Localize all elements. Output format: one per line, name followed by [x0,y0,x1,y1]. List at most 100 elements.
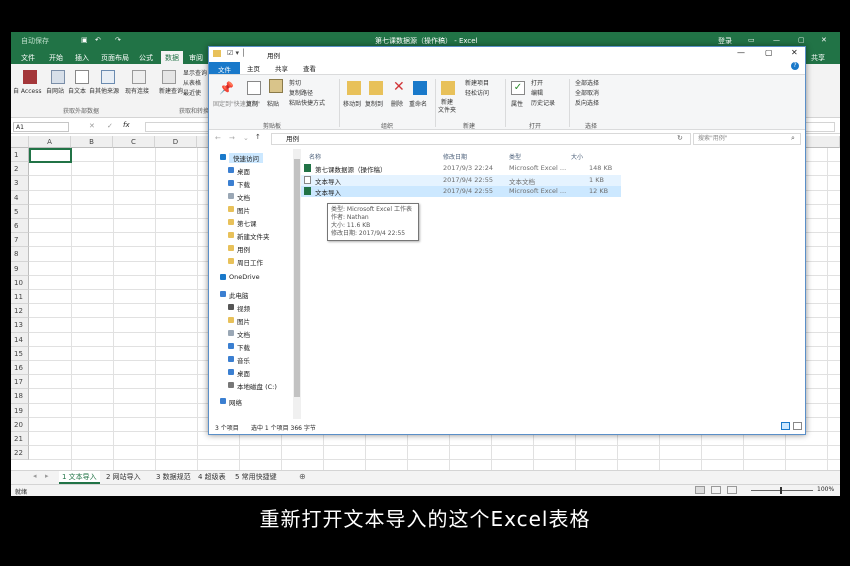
page-layout-view-icon[interactable] [711,486,721,494]
page-break-view-icon[interactable] [727,486,737,494]
from-other-sources-button[interactable]: 自其他来源 [89,86,119,95]
sheet-tab-2[interactable]: 2 网站导入 [103,471,144,484]
row-header[interactable]: 7 [11,233,29,248]
search-input[interactable]: 搜索"用例" [693,133,801,145]
tab-view[interactable]: 查看 [303,63,316,73]
easy-access-button[interactable]: 轻松访问 [465,88,489,97]
row-header[interactable]: 1 [11,148,29,163]
show-queries-button[interactable]: 显示查询 [183,68,207,77]
web-icon[interactable] [51,70,65,84]
tab-data[interactable]: 数据 [161,51,183,64]
copy-to-icon[interactable] [369,81,383,95]
zoom-slider-thumb[interactable] [780,487,782,494]
share-button[interactable]: 共享 [811,53,825,63]
sheet-tab-3[interactable]: 3 数据规范 [153,471,194,484]
select-all-corner[interactable] [11,136,29,148]
nav-pc-item[interactable]: 音乐 [237,355,250,365]
column-header[interactable]: B [71,136,113,148]
row-header[interactable]: 3 [11,176,29,191]
pin-icon[interactable]: 📌 [219,81,234,95]
from-text-button[interactable]: 自文本 [68,86,86,95]
col-header-name[interactable]: 名称 [309,152,321,161]
nav-item[interactable]: 桌面 [237,166,250,176]
row-header[interactable]: 8 [11,247,29,262]
tab-insert[interactable]: 插入 [75,53,89,63]
nav-item[interactable]: 下载 [237,179,250,189]
paste-shortcut-button[interactable]: 粘贴快捷方式 [289,98,325,107]
row-header[interactable]: 10 [11,275,29,290]
move-to-icon[interactable] [347,81,361,95]
recent-sources-button[interactable]: 最近使 [183,88,201,97]
nav-pc-item[interactable]: 文档 [237,329,250,339]
paste-button[interactable]: 粘贴 [267,99,279,108]
new-item-button[interactable]: 新建项目 [465,78,489,87]
nav-pc-item[interactable]: 桌面 [237,368,250,378]
column-header[interactable]: A [29,136,71,148]
minimize-icon[interactable]: — [737,48,745,57]
sheet-tab-4[interactable]: 4 超级表 [195,471,229,484]
existing-connections-icon[interactable] [132,70,146,84]
col-header-type[interactable]: 类型 [509,152,521,161]
nav-scrollbar[interactable] [293,149,301,419]
help-icon[interactable]: ? [791,62,799,70]
tab-formulas[interactable]: 公式 [139,53,153,63]
address-input[interactable]: 用例 [271,133,691,145]
active-cell[interactable] [29,148,72,163]
edit-button[interactable]: 编辑 [531,88,543,97]
back-icon[interactable]: ← [215,134,221,142]
copy-button[interactable]: 复制 [246,99,258,108]
nav-item[interactable]: 周日工作 [237,257,263,267]
row-header[interactable]: 15 [11,346,29,361]
recent-locations-icon[interactable]: ⌄ [243,134,249,142]
new-query-button[interactable]: 新建查询 [159,86,183,95]
tab-home[interactable]: 开始 [49,53,63,63]
from-web-button[interactable]: 自网站 [46,86,64,95]
copy-to-button[interactable]: 复制到 [365,99,383,108]
cut-button[interactable]: 剪切 [289,78,301,87]
sheet-scroll-left-icon[interactable]: ◂ [33,472,37,480]
add-sheet-icon[interactable]: ⊕ [299,472,306,481]
open-button[interactable]: 打开 [531,78,543,87]
nav-quick-access[interactable]: 快速访问 [229,153,263,163]
row-header[interactable]: 13 [11,318,29,333]
tab-file[interactable]: 文件 [21,53,35,63]
row-header[interactable]: 11 [11,290,29,305]
row-header[interactable]: 19 [11,403,29,418]
nav-pc-item[interactable]: 本地磁盘 (C:) [237,381,277,391]
nav-onedrive[interactable]: OneDrive [229,273,260,281]
close-icon[interactable]: ✕ [821,36,827,44]
row-header[interactable]: 18 [11,389,29,404]
row-header[interactable]: 9 [11,261,29,276]
refresh-icon[interactable]: ↻ [677,134,683,142]
nav-item[interactable]: 新建文件夹 [237,231,270,241]
from-access-button[interactable]: 自 Access [13,86,41,95]
row-header[interactable]: 14 [11,332,29,347]
rename-button[interactable]: 重命名 [409,99,427,108]
nav-item[interactable]: 图片 [237,205,250,215]
row-header[interactable]: 5 [11,204,29,219]
from-table-button[interactable]: 从表格 [183,78,201,87]
sheet-tab-1[interactable]: 1 文本导入 [59,471,100,484]
new-query-icon[interactable] [162,70,176,84]
col-header-date[interactable]: 修改日期 [443,152,467,161]
forward-icon[interactable]: → [229,134,235,142]
row-header[interactable]: 6 [11,219,29,234]
column-header[interactable]: D [155,136,197,148]
delete-button[interactable]: 删除 [391,99,403,108]
row-header[interactable]: 22 [11,446,29,461]
nav-scrollbar-thumb[interactable] [294,159,300,397]
row-header[interactable]: 17 [11,375,29,390]
new-folder-icon[interactable] [441,81,455,95]
nav-item[interactable]: 文档 [237,192,250,202]
existing-connections-button[interactable]: 现有连接 [125,86,149,95]
name-box[interactable]: A1 [13,122,69,132]
nav-item[interactable]: 第七课 [237,218,257,228]
properties-icon[interactable]: ✓ [511,81,525,95]
select-all-button[interactable]: 全部选择 [575,78,599,87]
nav-item[interactable]: 用例 [237,244,250,254]
copy-icon[interactable] [247,81,261,95]
row-header[interactable]: 12 [11,304,29,319]
tab-page-layout[interactable]: 页面布局 [101,53,129,63]
search-icon[interactable]: ⌕ [791,134,795,143]
tab-home[interactable]: 主页 [247,63,260,73]
